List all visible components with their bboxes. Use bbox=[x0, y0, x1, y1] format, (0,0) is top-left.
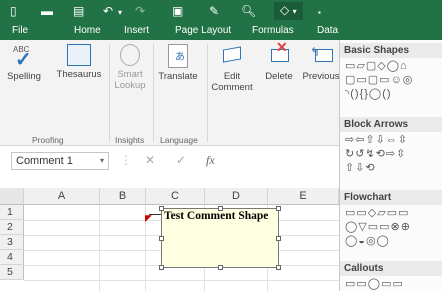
save-icon[interactable]: ▬ bbox=[41, 3, 53, 19]
app-icon: ▯ bbox=[10, 4, 17, 18]
resize-handle[interactable] bbox=[218, 265, 223, 270]
save-button-icon[interactable]: ▤ bbox=[73, 3, 84, 19]
lookup-label: Lookup bbox=[114, 80, 146, 91]
resize-handle[interactable] bbox=[276, 265, 281, 270]
smart-lookup-button[interactable]: Smart Lookup bbox=[111, 44, 149, 91]
thesaurus-button[interactable]: Thesaurus bbox=[54, 44, 104, 80]
edit-comment-button[interactable]: Edit Comment bbox=[210, 44, 254, 93]
undo-dropdown-icon[interactable]: ▾ bbox=[118, 5, 122, 21]
redo-icon[interactable]: ↷ bbox=[135, 3, 145, 19]
delete-comment-icon: ✕ bbox=[268, 40, 290, 68]
print-preview-icon[interactable]: 🔍︎ bbox=[241, 3, 256, 19]
row-header-3[interactable]: 3 bbox=[0, 235, 24, 250]
column-header-b[interactable]: B bbox=[100, 188, 146, 205]
block-arrows-row[interactable]: ⇨⇦⇧⇩⇔⇳ bbox=[345, 134, 408, 146]
delete-comment-button[interactable]: ✕ Delete bbox=[259, 40, 299, 82]
insert-shape-icon[interactable]: ▣ bbox=[172, 3, 183, 19]
spelling-button[interactable]: ABC ✓ Spelling bbox=[2, 44, 46, 82]
callouts-header: Callouts bbox=[340, 261, 442, 276]
group-proofing-label: Proofing bbox=[32, 135, 64, 145]
comment-shape[interactable]: Test Comment Shape bbox=[159, 206, 281, 270]
basic-shapes-row[interactable]: ◝(){}◯() bbox=[345, 88, 392, 100]
resize-handle[interactable] bbox=[276, 236, 281, 241]
gridline bbox=[24, 280, 339, 281]
resize-handle[interactable] bbox=[218, 206, 223, 211]
shapes-qat-button[interactable]: ◇ ▾ bbox=[274, 2, 303, 20]
comment-label: Comment bbox=[211, 82, 253, 93]
title-bar: ▯ ▬ ▤ ↶ ▾ ↷ ▣ ✎ 🔍︎ ◇ ▾ ▪ bbox=[0, 0, 442, 22]
resize-handle[interactable] bbox=[276, 206, 281, 211]
divider bbox=[153, 44, 154, 142]
comment-text[interactable]: Test Comment Shape bbox=[164, 210, 268, 222]
customize-qat-icon[interactable]: ▪ bbox=[318, 5, 321, 21]
column-header-c[interactable]: C bbox=[146, 188, 205, 205]
tab-formulas[interactable]: Formulas bbox=[252, 25, 294, 37]
basic-shapes-row[interactable]: ▢▭▢▭☺◎ bbox=[345, 74, 413, 86]
group-insights-label: Insights bbox=[115, 135, 145, 145]
edit-label: Edit bbox=[223, 71, 241, 82]
column-header-a[interactable]: A bbox=[24, 188, 100, 205]
translate-label: Translate bbox=[158, 71, 198, 82]
shapes-dropdown-icon: ▾ bbox=[292, 7, 297, 16]
tab-home[interactable]: Home bbox=[74, 25, 101, 37]
edit-comment-icon bbox=[221, 44, 243, 68]
callouts-row[interactable]: ▭▭◯▭▭ bbox=[345, 278, 404, 290]
column-header-e[interactable]: E bbox=[268, 188, 339, 205]
row-header-5[interactable]: 5 bbox=[0, 265, 24, 280]
shapes-gallery-panel: Basic Shapes ▭▱▢◇◯⌂ ▢▭▢▭☺◎ ◝(){}◯() Bloc… bbox=[339, 40, 442, 291]
row-header-2[interactable]: 2 bbox=[0, 220, 24, 235]
gridline bbox=[99, 205, 100, 291]
block-arrows-row[interactable]: ⇧⇩⟲ bbox=[345, 162, 376, 174]
resize-handle[interactable] bbox=[159, 236, 164, 241]
tab-data[interactable]: Data bbox=[317, 25, 338, 37]
cancel-icon[interactable]: ✕ bbox=[145, 153, 155, 167]
basic-shapes-row[interactable]: ▭▱▢◇◯⌂ bbox=[345, 60, 408, 72]
select-all-corner[interactable] bbox=[0, 188, 24, 205]
basic-shapes-header: Basic Shapes bbox=[340, 43, 442, 58]
divider bbox=[109, 44, 110, 142]
undo-icon[interactable]: ↶ bbox=[103, 3, 113, 19]
format-painter-icon[interactable]: ✎ bbox=[209, 3, 219, 19]
previous-comment-button[interactable]: ↰ Previous bbox=[299, 44, 343, 82]
comment-connector-line bbox=[149, 214, 161, 215]
column-header-d[interactable]: D bbox=[205, 188, 268, 205]
flowchart-header: Flowchart bbox=[340, 190, 442, 205]
resize-handle[interactable] bbox=[159, 206, 164, 211]
insert-function-icon[interactable]: fx bbox=[206, 153, 215, 168]
tab-page-layout[interactable]: Page Layout bbox=[175, 25, 231, 37]
flowchart-row[interactable]: ▭▭◇▱▭▭ bbox=[345, 207, 410, 219]
row-header-1[interactable]: 1 bbox=[0, 205, 24, 220]
thesaurus-icon bbox=[67, 44, 91, 66]
smart-label: Smart bbox=[117, 69, 143, 80]
tab-file[interactable]: File bbox=[12, 25, 28, 37]
flowchart-row[interactable]: ◯▽▭▭⊗⊕ bbox=[345, 221, 411, 233]
delete-label: Delete bbox=[265, 71, 293, 82]
translate-button[interactable]: あ Translate bbox=[156, 44, 200, 82]
group-language-label: Language bbox=[160, 135, 198, 145]
previous-label: Previous bbox=[302, 71, 340, 82]
name-box-value: Comment 1 bbox=[16, 155, 73, 167]
flowchart-row[interactable]: ◯◒◎◯ bbox=[345, 235, 390, 247]
enter-icon[interactable]: ✓ bbox=[176, 153, 186, 167]
spelling-icon: ABC ✓ bbox=[13, 45, 32, 71]
chevron-down-icon[interactable]: ▾ bbox=[100, 153, 104, 169]
spelling-label: Spelling bbox=[7, 71, 41, 82]
thesaurus-label: Thesaurus bbox=[56, 69, 102, 80]
block-arrows-row[interactable]: ↻↺↯⟲⇨⇳ bbox=[345, 148, 406, 160]
previous-comment-icon: ↰ bbox=[310, 44, 333, 68]
translate-icon: あ bbox=[168, 44, 188, 68]
resize-handle[interactable] bbox=[159, 265, 164, 270]
name-box[interactable]: Comment 1 ▾ bbox=[11, 152, 109, 170]
row-header-4[interactable]: 4 bbox=[0, 250, 24, 265]
block-arrows-header: Block Arrows bbox=[340, 117, 442, 132]
divider-dots: ⋮ bbox=[120, 153, 132, 167]
lightbulb-icon bbox=[120, 44, 140, 66]
tab-insert[interactable]: Insert bbox=[124, 25, 149, 37]
divider bbox=[207, 44, 208, 142]
ribbon-tabs: File Home Insert Page Layout Formulas Da… bbox=[0, 22, 442, 40]
